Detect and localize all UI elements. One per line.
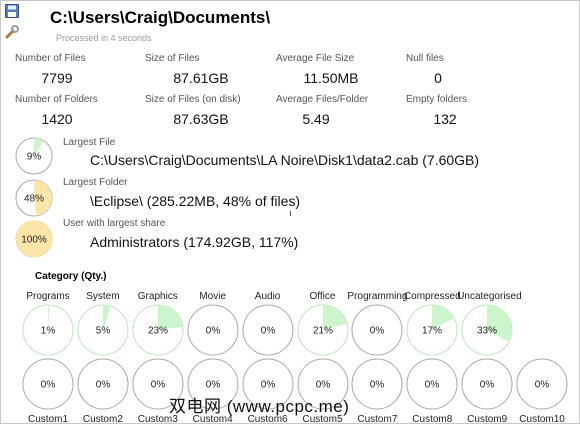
category-item-custom4[interactable]: Custom4 0% (183, 1, 243, 425)
category-label: Custom10 (519, 414, 565, 425)
pie-percent: 0% (425, 380, 440, 391)
category-pie: 0% (406, 358, 458, 410)
pie-percent: 0% (260, 380, 275, 391)
category-pie: 0% (351, 358, 403, 410)
pie-percent: 0% (480, 380, 495, 391)
category-pie: 0% (77, 358, 129, 410)
category-item-custom7[interactable]: Custom7 0% (347, 1, 407, 425)
pie-percent: 0% (535, 380, 550, 391)
category-row-2: Custom1 0% Custom2 0% Custom3 0% Custom4 0% Cust… (1, 1, 580, 425)
save-icon[interactable] (5, 4, 19, 18)
category-label: Custom8 (412, 414, 453, 425)
category-pie: 0% (461, 358, 513, 410)
pie-percent: 0% (151, 380, 166, 391)
pie-percent: 0% (370, 380, 385, 391)
category-label: Custom2 (82, 414, 123, 425)
category-pie: 0% (516, 358, 568, 410)
category-item-custom8[interactable]: Custom8 0% (402, 1, 462, 425)
category-item-custom3[interactable]: Custom3 0% (128, 1, 188, 425)
category-label: Custom9 (467, 414, 508, 425)
watermark-text: 双电网 (www.pcpc.me) (169, 397, 350, 416)
category-item-custom9[interactable]: Custom9 0% (457, 1, 517, 425)
category-item-custom2[interactable]: Custom2 0% (73, 1, 133, 425)
pie-percent: 0% (315, 380, 330, 391)
pie-percent: 0% (41, 380, 56, 391)
pie-percent: 0% (205, 380, 220, 391)
category-pie: 0% (22, 358, 74, 410)
category-item-custom6[interactable]: Custom6 0% (238, 1, 298, 425)
category-item-custom1[interactable]: Custom1 0% (18, 1, 78, 425)
category-label: Custom1 (27, 414, 68, 425)
pie-percent: 0% (96, 380, 111, 391)
category-item-custom5[interactable]: Custom5 0% (293, 1, 353, 425)
wrench-icon[interactable] (5, 25, 19, 39)
category-item-custom10[interactable]: Custom10 0% (512, 1, 572, 425)
category-label: Custom7 (357, 414, 398, 425)
